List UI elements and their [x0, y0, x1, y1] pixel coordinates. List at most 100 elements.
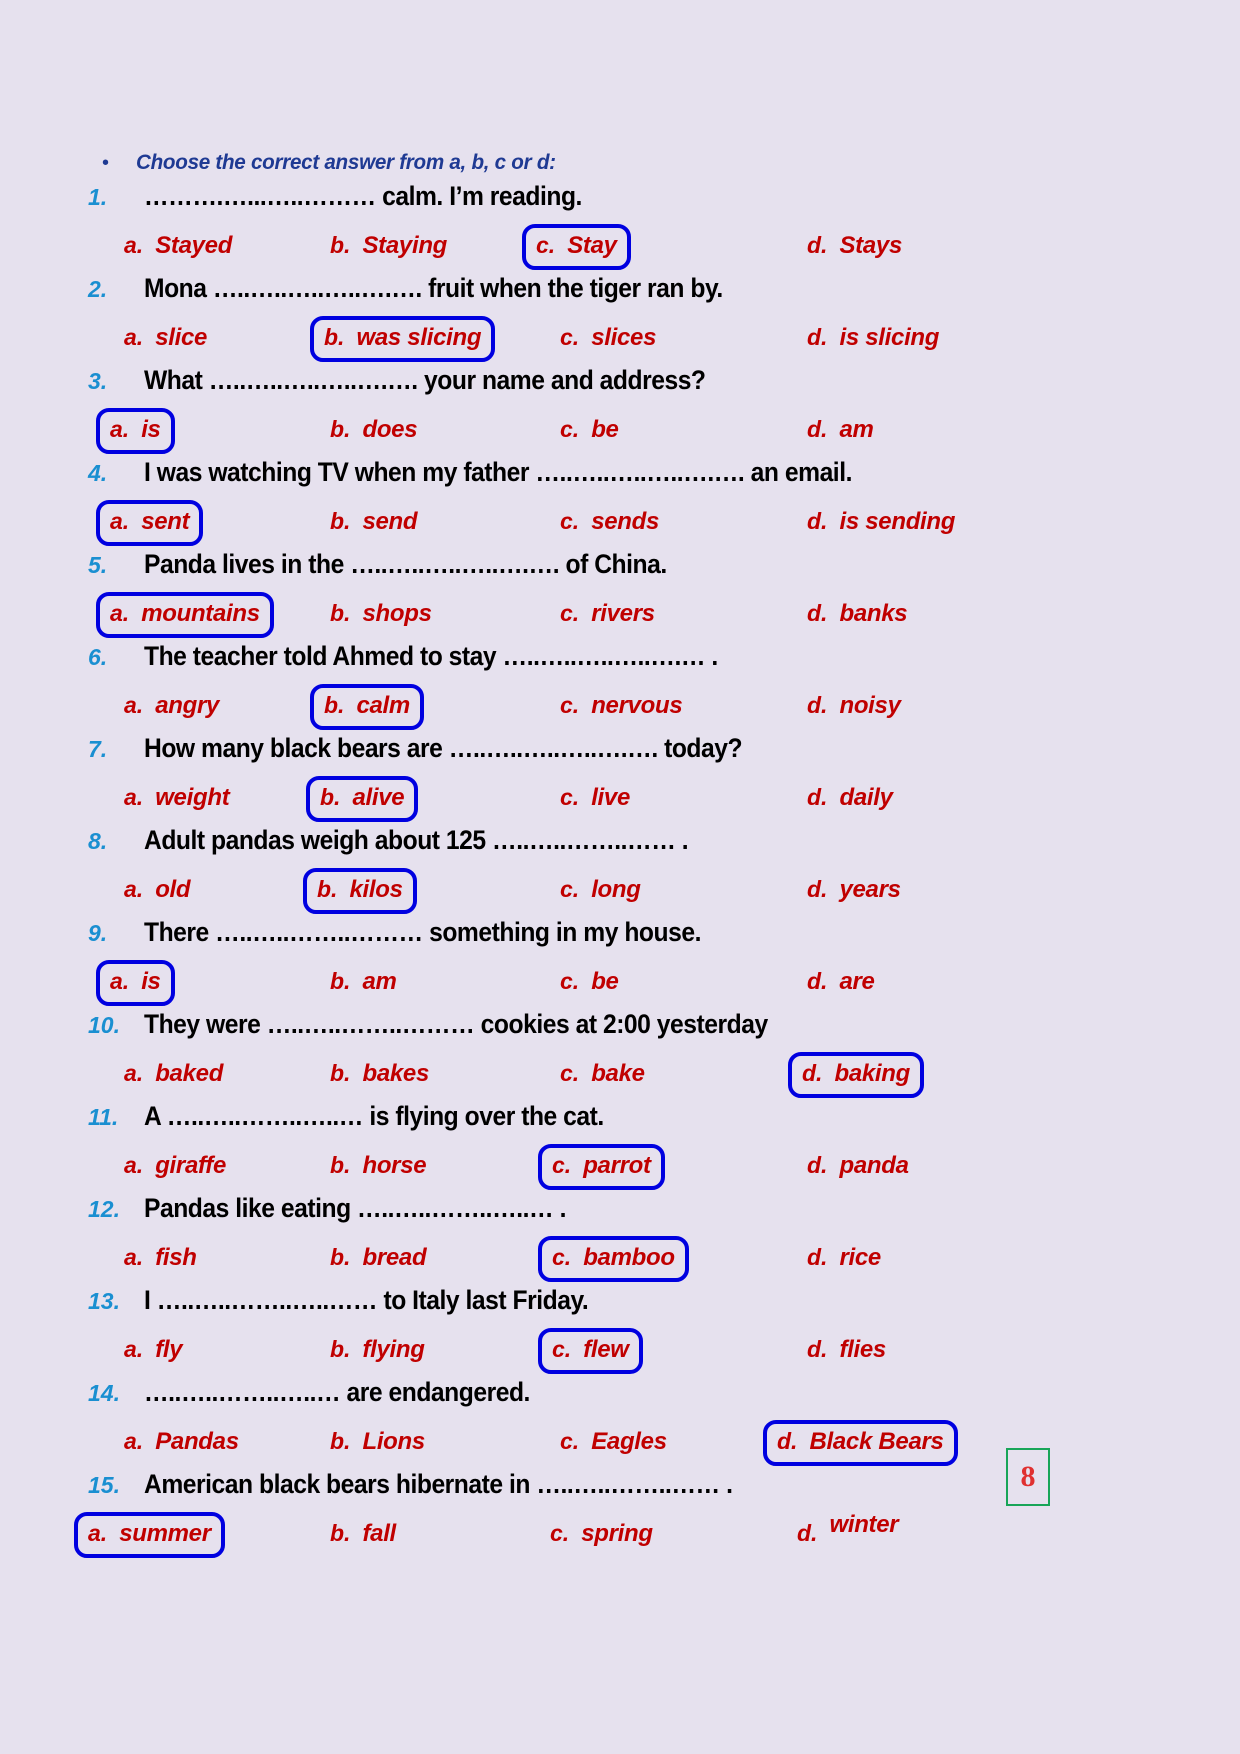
- option-choice[interactable]: c. spring: [536, 1512, 667, 1558]
- option-choice[interactable]: c. bake: [546, 1052, 659, 1098]
- option-choice[interactable]: c. live: [546, 776, 644, 822]
- option-choice[interactable]: c. be: [546, 408, 633, 454]
- option-choice[interactable]: a. fly: [110, 1328, 196, 1374]
- option-letter: b.: [330, 1152, 351, 1178]
- option-choice[interactable]: c. nervous: [546, 684, 696, 730]
- option-choice[interactable]: b. flying: [316, 1328, 439, 1374]
- option-choice[interactable]: c. slices: [546, 316, 670, 362]
- option-choice[interactable]: b. Staying: [316, 224, 461, 270]
- option-letter: a.: [88, 1520, 108, 1546]
- option-choice[interactable]: b. horse: [316, 1144, 440, 1190]
- option-choice-selected[interactable]: a. mountains: [96, 592, 274, 638]
- option-letter: b.: [330, 1336, 351, 1362]
- option-label: bake: [591, 1060, 645, 1087]
- option-choice[interactable]: a. Pandas: [110, 1420, 253, 1466]
- option-label: Stays: [839, 232, 902, 259]
- option-choice[interactable]: d. rice: [793, 1236, 895, 1282]
- option-choice[interactable]: b. does: [316, 408, 431, 454]
- option-label: mountains: [141, 600, 260, 627]
- option-choice[interactable]: d. is sending: [793, 500, 969, 546]
- option-choice[interactable]: a. angry: [110, 684, 233, 730]
- option-choice[interactable]: c. rivers: [546, 592, 669, 638]
- option-label: Stayed: [155, 232, 233, 259]
- option-choice[interactable]: a. Stayed: [110, 224, 246, 270]
- option-choice-selected[interactable]: a. sent: [96, 500, 204, 546]
- option-choice[interactable]: c. long: [546, 868, 655, 914]
- option-choice[interactable]: d. banks: [793, 592, 921, 638]
- option-letter: d.: [807, 508, 828, 534]
- question-number: 12.: [88, 1196, 120, 1222]
- option-choice[interactable]: b. shops: [316, 592, 446, 638]
- option-choice[interactable]: d. are: [793, 960, 889, 1006]
- option-choice[interactable]: d. years: [793, 868, 915, 914]
- option-letter: a.: [124, 692, 144, 718]
- option-choice[interactable]: d. winter: [783, 1511, 912, 1558]
- option-letter: c.: [552, 1244, 572, 1270]
- question-number: 7.: [88, 736, 108, 762]
- option-choice[interactable]: d. Stays: [793, 224, 916, 270]
- option-letter: c.: [560, 692, 580, 718]
- option-choice-selected[interactable]: b. kilos: [303, 868, 417, 914]
- option-row: a. sent b. send c. sends d. is sending: [88, 500, 1153, 548]
- option-choice-selected[interactable]: a. is: [96, 960, 175, 1006]
- option-letter: c.: [552, 1336, 572, 1362]
- option-choice-selected[interactable]: c. bamboo: [538, 1236, 689, 1282]
- option-choice[interactable]: d. panda: [793, 1144, 923, 1190]
- question-number: 15.: [88, 1472, 120, 1498]
- option-choice[interactable]: d. noisy: [793, 684, 915, 730]
- option-choice[interactable]: b. send: [316, 500, 431, 546]
- option-letter: a.: [124, 1244, 144, 1270]
- option-choice[interactable]: a. slice: [110, 316, 221, 362]
- option-choice[interactable]: a. fish: [110, 1236, 211, 1282]
- option-choice-selected[interactable]: c. parrot: [538, 1144, 665, 1190]
- option-letter: c.: [560, 784, 580, 810]
- option-letter: b.: [330, 600, 351, 626]
- option-label: does: [362, 416, 418, 443]
- option-choice-selected[interactable]: a. summer: [74, 1512, 225, 1558]
- option-label: daily: [839, 784, 893, 811]
- option-label: fly: [155, 1336, 183, 1363]
- option-choice[interactable]: a. baked: [110, 1052, 237, 1098]
- option-row: a. Stayed b. Staying c. Stay d. Stays: [88, 224, 1153, 272]
- option-choice[interactable]: b. Lions: [316, 1420, 439, 1466]
- option-letter: c.: [560, 1060, 580, 1086]
- option-choice-selected[interactable]: d. Black Bears: [763, 1420, 958, 1466]
- option-label: am: [362, 968, 397, 995]
- question-text: They were …..…..……..……… cookies at 2:00 …: [144, 1009, 768, 1039]
- option-choice[interactable]: a. old: [110, 868, 204, 914]
- option-choice-selected[interactable]: b. alive: [306, 776, 419, 822]
- page-number-badge: 8: [1006, 1448, 1050, 1506]
- option-choice-selected[interactable]: d. baking: [788, 1052, 924, 1098]
- option-choice[interactable]: c. sends: [546, 500, 673, 546]
- option-row: a. mountains b. shops c. rivers d. banks: [88, 592, 1153, 640]
- option-choice[interactable]: d. flies: [793, 1328, 900, 1374]
- option-letter: c.: [550, 1520, 570, 1546]
- option-letter: a.: [110, 416, 130, 442]
- option-label: slices: [591, 324, 657, 351]
- option-choice[interactable]: a. giraffe: [110, 1144, 240, 1190]
- option-choice-selected[interactable]: c. flew: [538, 1328, 643, 1374]
- option-label: is: [141, 968, 161, 995]
- option-choice[interactable]: d. is slicing: [793, 316, 953, 362]
- option-choice[interactable]: d. daily: [793, 776, 907, 822]
- option-choice-selected[interactable]: a. is: [96, 408, 175, 454]
- option-choice[interactable]: d. am: [793, 408, 888, 454]
- option-choice[interactable]: c. be: [546, 960, 633, 1006]
- option-label: kilos: [349, 876, 403, 903]
- option-choice[interactable]: a. weight: [110, 776, 243, 822]
- option-choice-selected[interactable]: b. calm: [310, 684, 424, 730]
- option-label: sends: [591, 508, 660, 535]
- option-choice[interactable]: b. bakes: [316, 1052, 443, 1098]
- question-text: Mona …..…..…..…..….…. fruit when the tig…: [144, 273, 723, 303]
- option-row: a. summer b. fall c. spring d. winter: [74, 1511, 1153, 1560]
- option-choice-selected[interactable]: c. Stay: [522, 224, 631, 270]
- option-choice[interactable]: c. Eagles: [546, 1420, 681, 1466]
- option-choice[interactable]: b. fall: [316, 1512, 410, 1558]
- option-letter: d.: [807, 1244, 828, 1270]
- question-block: 13. I …..…..……..…..…… to Italy last Frida…: [88, 1285, 1153, 1376]
- option-row: a. weight b. alive c. live d. daily: [88, 776, 1153, 824]
- option-choice-selected[interactable]: b. was slicing: [310, 316, 496, 362]
- option-choice[interactable]: b. bread: [316, 1236, 440, 1282]
- option-choice[interactable]: b. am: [316, 960, 411, 1006]
- option-letter: b.: [324, 692, 345, 718]
